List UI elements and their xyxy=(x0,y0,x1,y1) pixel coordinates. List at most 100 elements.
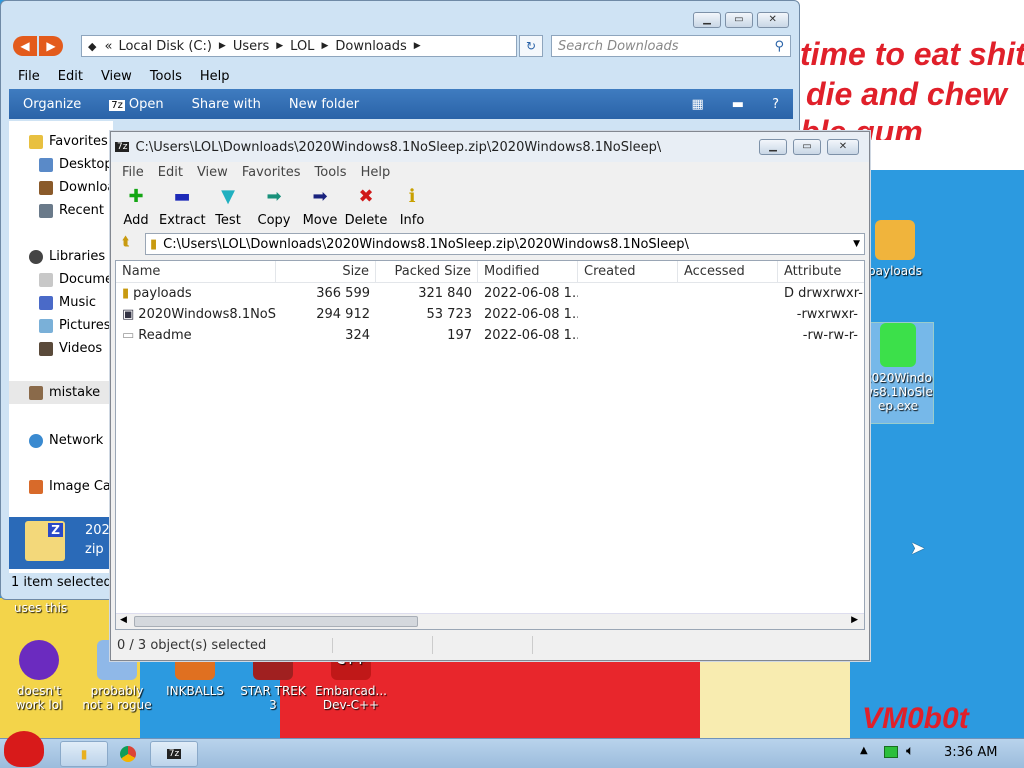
menu-file[interactable]: File xyxy=(115,165,151,180)
desktop-icon-yahoo[interactable]: doesn't work lol xyxy=(2,640,76,712)
search-icon: ⚲ xyxy=(774,38,784,54)
menu-help[interactable]: Help xyxy=(354,165,398,180)
tray-expand-icon[interactable]: ▲ xyxy=(860,745,868,756)
menu-edit[interactable]: Edit xyxy=(151,165,190,180)
move-button[interactable]: ➡ Move xyxy=(297,187,343,229)
chevron-right-icon: ▶ xyxy=(413,41,421,51)
organize-button[interactable]: Organize xyxy=(9,97,95,112)
menu-view[interactable]: View xyxy=(92,69,141,84)
table-row[interactable]: ▮ payloads 366 599 321 840 2022-06-08 1..… xyxy=(116,283,864,304)
nav-videos[interactable]: Videos xyxy=(39,337,102,360)
up-folder-icon[interactable]: ⮬ xyxy=(115,234,137,254)
view-options-icon[interactable]: ▦ xyxy=(678,97,718,112)
minimize-button[interactable]: ▁ xyxy=(759,139,787,155)
name-text: Readme xyxy=(138,328,192,343)
menu-edit[interactable]: Edit xyxy=(49,69,92,84)
documents-icon xyxy=(39,272,53,287)
minimize-button[interactable]: ▁ xyxy=(693,12,721,28)
maximize-button[interactable]: ▭ xyxy=(793,139,821,155)
open-button[interactable]: 7z Open xyxy=(95,97,177,112)
horizontal-scrollbar[interactable]: ◀ ▶ xyxy=(116,613,864,629)
close-button[interactable]: ✕ xyxy=(827,139,859,155)
nav-label: Libraries xyxy=(49,249,106,264)
info-button[interactable]: ℹ Info xyxy=(389,186,435,229)
taskbar-explorer-button[interactable]: ▮ xyxy=(60,741,108,767)
nav-music[interactable]: Music xyxy=(39,291,96,314)
extract-button[interactable]: ▬ Extract xyxy=(159,187,206,229)
sevenzip-menu-bar: File Edit View Favorites Tools Help xyxy=(111,162,869,182)
delete-button[interactable]: ✖ Delete xyxy=(343,187,389,229)
start-button[interactable] xyxy=(4,731,44,767)
nav-pictures[interactable]: Pictures xyxy=(39,314,110,337)
mistake-icon xyxy=(29,385,43,400)
taskbar-7zip-button[interactable]: 7z xyxy=(150,741,198,767)
scrollbar-thumb[interactable] xyxy=(134,616,418,627)
breadcrumb-item[interactable]: Downloads xyxy=(335,39,406,54)
sevenzip-toolbar: ✚ Add ▬ Extract ▼ Test ➡ Copy ➡ Move ✖ Delete … xyxy=(111,182,869,232)
preview-pane-icon[interactable]: ▬ xyxy=(718,97,758,112)
battery-icon[interactable] xyxy=(884,746,898,758)
address-bar[interactable]: ◆ « Local Disk (C:) ▶ Users ▶ LOL ▶ Downloa… xyxy=(81,35,517,57)
taskbar-chrome-button[interactable] xyxy=(104,741,152,767)
cell-packed: 53 723 xyxy=(426,307,473,322)
menu-view[interactable]: View xyxy=(190,165,235,180)
menu-tools[interactable]: Tools xyxy=(308,165,354,180)
maximize-button[interactable]: ▭ xyxy=(724,12,753,28)
nav-favorites[interactable]: Favorites xyxy=(29,130,108,153)
new-folder-button[interactable]: New folder xyxy=(275,97,373,112)
nav-desktop[interactable]: Desktop xyxy=(39,153,113,176)
wallpaper-brand: VM0b0t xyxy=(862,702,969,735)
nav-libraries[interactable]: Libraries xyxy=(29,245,105,268)
col-size[interactable]: Size xyxy=(276,261,376,282)
nav-mistake[interactable]: mistake xyxy=(9,381,113,404)
libraries-icon xyxy=(29,249,43,264)
nav-buttons: ◀ ▶ xyxy=(13,36,65,56)
cell-name: ▣2020Windows8.1NoSl... xyxy=(116,304,276,325)
forward-button[interactable]: ▶ xyxy=(39,36,63,56)
table-row[interactable]: ▭ Readme 324 197 2022-06-08 1... -rw-rw-r… xyxy=(116,325,864,346)
desktop-icon-label: STAR TREK 3 xyxy=(240,684,306,712)
scroll-right-icon[interactable]: ▶ xyxy=(851,615,858,625)
exe-icon: ▣ xyxy=(122,307,135,322)
volume-icon[interactable]: 🔈︎ xyxy=(906,743,914,759)
col-modified[interactable]: Modified xyxy=(478,261,578,282)
star-icon xyxy=(29,134,43,149)
nav-image-cat[interactable]: Image Cat xyxy=(29,475,116,498)
breadcrumb-overflow[interactable]: « xyxy=(104,39,112,54)
desktop-icon-exe[interactable]: 2020Windows8.1NoSleep.exe xyxy=(862,322,934,424)
sevenzip-address-input[interactable]: ▮ C:\Users\LOL\Downloads\2020Windows8.1N… xyxy=(145,233,865,255)
scroll-left-icon[interactable]: ◀ xyxy=(120,615,127,625)
menu-file[interactable]: File xyxy=(9,69,49,84)
copy-button[interactable]: ➡ Copy xyxy=(251,187,297,229)
name-text: payloads xyxy=(133,286,192,301)
check-icon: ▼ xyxy=(221,186,235,207)
test-button[interactable]: ▼ Test xyxy=(205,186,251,229)
nav-network[interactable]: Network xyxy=(29,429,103,452)
breadcrumb-item[interactable]: Users xyxy=(233,39,269,54)
window-controls: ▁ ▭ ✕ xyxy=(693,11,789,28)
col-attribute[interactable]: Attribute xyxy=(778,261,864,282)
refresh-icon[interactable]: ↻ xyxy=(519,35,543,57)
col-packed-size[interactable]: Packed Size xyxy=(376,261,478,282)
col-created[interactable]: Created xyxy=(578,261,678,282)
share-with-button[interactable]: Share with xyxy=(178,97,275,112)
menu-favorites[interactable]: Favorites xyxy=(235,165,308,180)
col-accessed[interactable]: Accessed xyxy=(678,261,778,282)
taskbar: ▮ 7z ▲ 🔈︎ 3:36 AM xyxy=(0,731,1024,768)
dropdown-icon[interactable]: ▼ xyxy=(853,239,860,249)
clock[interactable]: 3:36 AM xyxy=(944,745,997,760)
nav-label: mistake xyxy=(49,385,101,400)
table-row[interactable]: ▣2020Windows8.1NoSl... 294 912 53 723 20… xyxy=(116,304,864,325)
breadcrumb-item[interactable]: LOL xyxy=(290,39,314,54)
menu-help[interactable]: Help xyxy=(191,69,239,84)
details-file-type: zip xyxy=(85,542,104,557)
search-input[interactable]: Search Downloads ⚲ xyxy=(551,35,791,57)
menu-tools[interactable]: Tools xyxy=(141,69,191,84)
breadcrumb-item[interactable]: Local Disk (C:) xyxy=(118,39,211,54)
add-button[interactable]: ✚ Add xyxy=(113,187,159,229)
close-button[interactable]: ✕ xyxy=(756,12,789,28)
help-icon[interactable]: ? xyxy=(758,97,793,112)
info-icon: ℹ xyxy=(408,186,416,207)
col-name[interactable]: Name xyxy=(116,261,276,282)
back-button[interactable]: ◀ xyxy=(13,36,37,56)
